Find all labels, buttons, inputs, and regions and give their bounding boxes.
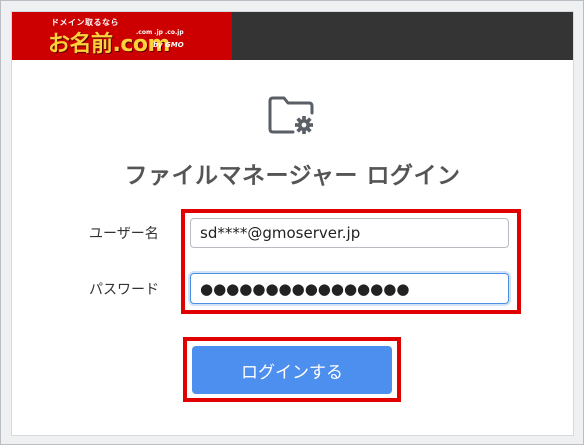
window-frame: ドメイン取るなら お名前.com .com .jp .co.jp by GMO …: [0, 0, 584, 445]
folder-settings-icon: [268, 96, 314, 134]
login-button[interactable]: ログインする: [192, 346, 392, 394]
logo-domains: .com .jp .co.jp: [136, 29, 184, 36]
username-field[interactable]: [190, 218, 509, 248]
logo-gmo: by GMO: [153, 41, 184, 49]
page-title: ファイルマネージャー ログイン: [124, 163, 461, 189]
password-field[interactable]: [190, 273, 509, 304]
login-card: ドメイン取るなら お名前.com .com .jp .co.jp by GMO …: [11, 11, 574, 436]
header-bar: ドメイン取るなら お名前.com .com .jp .co.jp by GMO: [12, 12, 573, 60]
username-label: ユーザー名: [89, 226, 159, 242]
onamae-logo[interactable]: ドメイン取るなら お名前.com .com .jp .co.jp by GMO: [12, 12, 232, 60]
password-label: パスワード: [89, 282, 159, 298]
